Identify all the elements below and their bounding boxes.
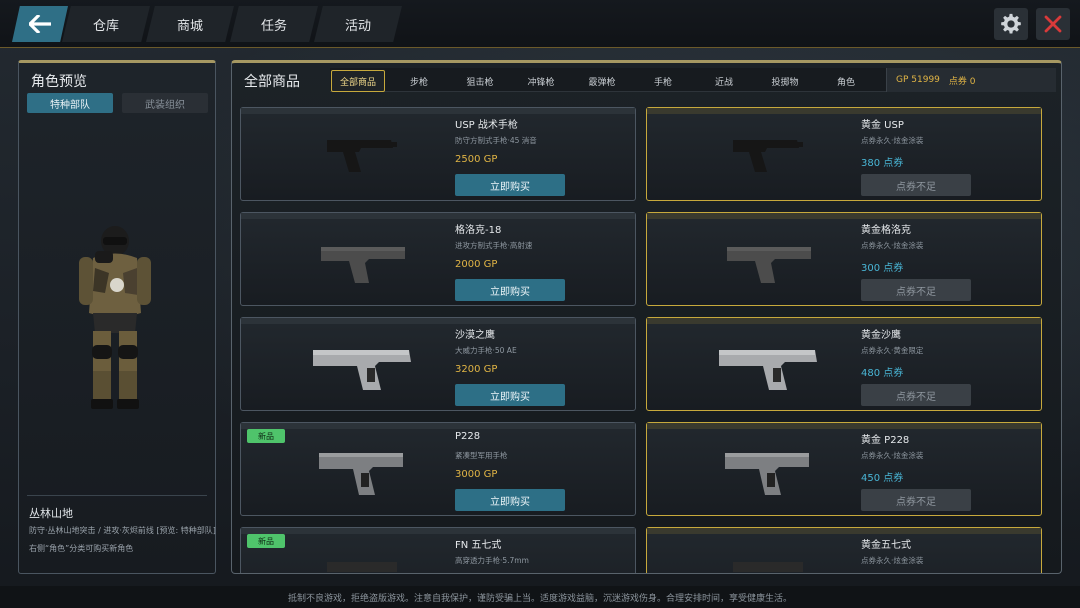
product-name: 黄金 P228 xyxy=(861,435,910,446)
shop-panel: 全部商品 全部商品 步枪 狙击枪 冲锋枪 霰弹枪 手枪 近战 投掷物 角色 GP… xyxy=(231,60,1062,574)
character-name: 丛林山地 xyxy=(29,507,73,520)
product-name: 黄金 USP xyxy=(861,120,904,131)
close-button[interactable] xyxy=(1036,8,1070,40)
pistol-image xyxy=(733,562,803,572)
product-description: 点券永久·炫金涂装 xyxy=(861,556,924,565)
pistol-image xyxy=(719,350,817,390)
product-name: FN 五七式 xyxy=(455,540,502,551)
product-price: 2500 GP xyxy=(455,154,498,165)
shop-title: 全部商品 xyxy=(244,74,300,90)
insufficient-points-button[interactable]: 点券不足 xyxy=(861,279,971,301)
close-icon xyxy=(1044,15,1062,33)
product-price: 480 点券 xyxy=(861,368,904,379)
tab-armed-group[interactable]: 武装组织 xyxy=(122,93,208,113)
category-throwable[interactable]: 投掷物 xyxy=(758,70,812,92)
nav-tab-shop[interactable]: 商城 xyxy=(146,6,234,42)
product-description: 点券永久·炫金涂装 xyxy=(861,241,924,250)
tab-special-forces[interactable]: 特种部队 xyxy=(27,93,113,113)
currency-display: GP 51999 点券 0 xyxy=(886,68,1056,92)
nav-tab-warehouse[interactable]: 仓库 xyxy=(62,6,150,42)
panel-title: 角色预览 xyxy=(31,74,87,90)
pistol-image xyxy=(319,453,403,495)
category-melee[interactable]: 近战 xyxy=(697,70,751,92)
product-name: 黄金沙鹰 xyxy=(861,330,901,341)
product-description: 点券永久·炫金涂装 xyxy=(861,136,924,145)
buy-button[interactable]: 立即购买 xyxy=(455,279,565,301)
back-button[interactable] xyxy=(12,6,68,42)
divider xyxy=(27,495,207,496)
category-rifle[interactable]: 步枪 xyxy=(392,70,446,92)
gp-balance: GP 51999 xyxy=(896,75,940,85)
product-price: 3000 GP xyxy=(455,469,498,480)
product-card-gold[interactable]: 黄金五七式 点券永久·炫金涂装 xyxy=(646,527,1042,573)
product-card[interactable]: 格洛克-18 进攻方制式手枪·高射速 2000 GP 立即购买 xyxy=(240,212,636,306)
product-price: 3200 GP xyxy=(455,364,498,375)
insufficient-points-button[interactable]: 点券不足 xyxy=(861,489,971,511)
product-description: 紧凑型军用手枪 xyxy=(455,451,508,460)
product-description: 点券永久·黄金限定 xyxy=(861,346,924,355)
product-name: 黄金格洛克 xyxy=(861,225,911,236)
category-tabs: 全部商品 步枪 狙击枪 冲锋枪 霰弹枪 手枪 近战 投掷物 角色 xyxy=(330,68,886,92)
product-description: 防守方制式手枪·45 消音 xyxy=(455,136,537,145)
product-card[interactable]: USP 战术手枪 防守方制式手枪·45 消音 2500 GP 立即购买 xyxy=(240,107,636,201)
purchase-hint: 右侧“角色”分类可购买新角色 xyxy=(29,544,134,553)
new-badge: 新品 xyxy=(247,429,285,443)
product-description: 进攻方制式手枪·高射速 xyxy=(455,241,533,250)
product-price: 450 点券 xyxy=(861,473,904,484)
pistol-image xyxy=(327,140,397,172)
buy-button[interactable]: 立即购买 xyxy=(455,174,565,196)
new-badge: 新品 xyxy=(247,534,285,548)
nav-tab-events[interactable]: 活动 xyxy=(314,6,402,42)
product-name: 沙漠之鹰 xyxy=(455,330,495,341)
settings-button[interactable] xyxy=(994,8,1028,40)
nav-tab-missions[interactable]: 任务 xyxy=(230,6,318,42)
character-description: 防守·丛林山地突击 / 进攻·灰烬前线 [预览: 特种部队] xyxy=(29,526,216,535)
product-name: 黄金五七式 xyxy=(861,540,911,551)
pistol-image xyxy=(733,140,803,172)
product-price: 2000 GP xyxy=(455,259,498,270)
pistol-image xyxy=(327,562,397,572)
pistol-image xyxy=(321,247,405,283)
top-bar: 仓库 商城 任务 活动 xyxy=(0,0,1080,48)
product-name: USP 战术手枪 xyxy=(455,120,518,131)
character-preview-panel: 角色预览 特种部队 武装组织 丛林山地 防守·丛林山地突击 / 进攻·灰烬前线 … xyxy=(18,60,216,574)
product-price: 300 点券 xyxy=(861,263,904,274)
product-card-gold[interactable]: 黄金格洛克 点券永久·炫金涂装 300 点券 点券不足 xyxy=(646,212,1042,306)
category-smg[interactable]: 冲锋枪 xyxy=(514,70,568,92)
points-balance: 点券 0 xyxy=(948,76,976,87)
gear-icon xyxy=(1001,13,1021,34)
soldier-character-image xyxy=(79,226,151,409)
category-pistol[interactable]: 手枪 xyxy=(636,70,690,92)
insufficient-points-button[interactable]: 点券不足 xyxy=(861,384,971,406)
product-name: P228 xyxy=(455,431,481,442)
pistol-image xyxy=(725,453,809,495)
product-card-gold[interactable]: 黄金 USP 点券永久·炫金涂装 380 点券 点券不足 xyxy=(646,107,1042,201)
insufficient-points-button[interactable]: 点券不足 xyxy=(861,174,971,196)
product-description: 大威力手枪·50 AE xyxy=(455,346,517,355)
product-card[interactable]: 新品 P228 紧凑型军用手枪 3000 GP 立即购买 xyxy=(240,422,636,516)
product-description: 高穿透力手枪·5.7mm xyxy=(455,556,529,565)
product-card[interactable]: 新品 FN 五七式 高穿透力手枪·5.7mm xyxy=(240,527,636,573)
buy-button[interactable]: 立即购买 xyxy=(455,489,565,511)
category-character[interactable]: 角色 xyxy=(819,70,873,92)
buy-button[interactable]: 立即购买 xyxy=(455,384,565,406)
category-shotgun[interactable]: 霰弹枪 xyxy=(575,70,629,92)
category-sniper[interactable]: 狙击枪 xyxy=(453,70,507,92)
product-card[interactable]: 沙漠之鹰 大威力手枪·50 AE 3200 GP 立即购买 xyxy=(240,317,636,411)
product-description: 点券永久·炫金涂装 xyxy=(861,451,924,460)
product-card-gold[interactable]: 黄金 P228 点券永久·炫金涂装 450 点券 点券不足 xyxy=(646,422,1042,516)
product-price: 380 点券 xyxy=(861,158,904,169)
pistol-image xyxy=(727,247,811,283)
health-notice: 抵制不良游戏，拒绝盗版游戏。注意自我保护，谨防受骗上当。适度游戏益脑，沉迷游戏伤… xyxy=(0,586,1080,608)
pistol-image xyxy=(313,350,411,390)
product-card-gold[interactable]: 黄金沙鹰 点券永久·黄金限定 480 点券 点券不足 xyxy=(646,317,1042,411)
arrow-left-icon xyxy=(29,15,51,33)
product-name: 格洛克-18 xyxy=(455,225,502,236)
category-all[interactable]: 全部商品 xyxy=(331,70,385,92)
